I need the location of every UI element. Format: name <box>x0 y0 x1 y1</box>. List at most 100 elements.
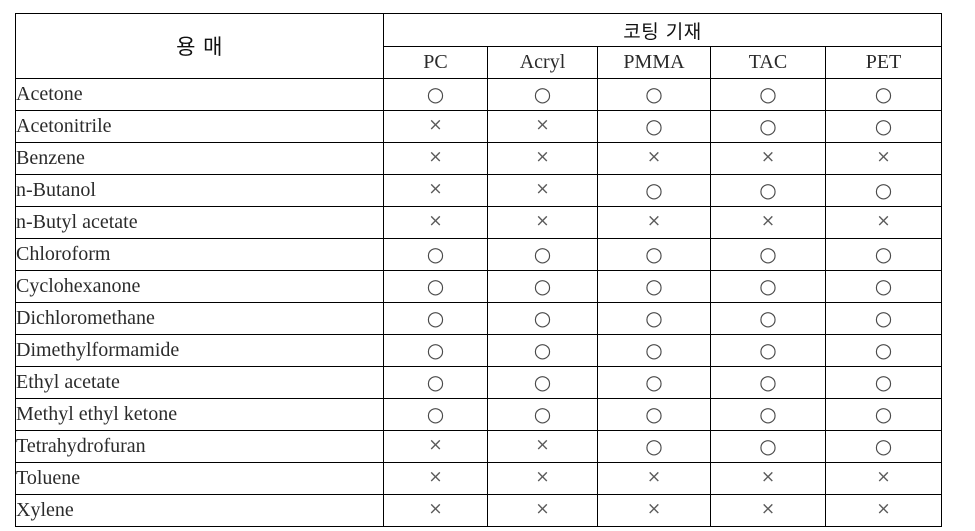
circle-mark-icon: ○ <box>426 305 445 330</box>
compatibility-cell: ○ <box>710 78 826 111</box>
compatibility-cell: × <box>487 174 598 207</box>
table-row: Xylene × × × × × <box>15 494 943 527</box>
compatibility-cell: ○ <box>487 398 598 431</box>
compatibility-cell: ○ <box>824 238 943 271</box>
solvent-name-cell: n-Butyl acetate <box>15 206 384 239</box>
circle-mark-icon: ○ <box>645 241 663 266</box>
circle-mark-icon: ○ <box>645 369 663 394</box>
solvent-name-cell: Acetonitrile <box>15 110 384 143</box>
circle-mark-icon: ○ <box>533 273 552 298</box>
solvent-compatibility-table: 용 매 코팅 기재 PC Acryl PMMA TAC PET Acetone ○… <box>15 13 943 527</box>
solvent-name-cell: Toluene <box>15 462 384 495</box>
column-header-solvent: 용 매 <box>15 13 384 79</box>
compatibility-cell: ○ <box>824 334 943 367</box>
compatibility-cell: ○ <box>597 174 711 207</box>
compatibility-cell: ○ <box>383 238 488 271</box>
compatibility-cell: ○ <box>597 366 711 399</box>
cross-mark-icon: × <box>760 466 776 487</box>
compatibility-cell: × <box>487 430 598 463</box>
compatibility-cell: × <box>710 206 826 239</box>
solvent-compatibility-table-container: 용 매 코팅 기재 PC Acryl PMMA TAC PET Acetone ○… <box>15 13 943 527</box>
table-header: 용 매 코팅 기재 PC Acryl PMMA TAC PET <box>15 13 943 79</box>
cross-mark-icon: × <box>428 434 443 455</box>
column-header-pmma: PMMA <box>597 46 711 79</box>
cross-mark-icon: × <box>428 114 443 135</box>
compatibility-cell: ○ <box>487 270 598 303</box>
compatibility-cell: ○ <box>710 270 826 303</box>
compatibility-cell: ○ <box>597 270 711 303</box>
cross-mark-icon: × <box>876 498 891 519</box>
compatibility-cell: × <box>597 206 711 239</box>
circle-mark-icon: ○ <box>759 337 777 362</box>
circle-mark-icon: ○ <box>759 273 777 298</box>
compatibility-cell: ○ <box>597 302 711 335</box>
compatibility-cell: ○ <box>487 302 598 335</box>
compatibility-cell: × <box>383 206 488 239</box>
circle-mark-icon: ○ <box>874 241 893 266</box>
cross-mark-icon: × <box>646 146 662 167</box>
compatibility-cell: ○ <box>383 302 488 335</box>
circle-mark-icon: ○ <box>874 177 893 202</box>
cross-mark-icon: × <box>876 210 891 231</box>
circle-mark-icon: ○ <box>645 305 663 330</box>
compatibility-cell: × <box>383 174 488 207</box>
cross-mark-icon: × <box>646 498 662 519</box>
cross-mark-icon: × <box>535 466 550 487</box>
solvent-name-cell: Chloroform <box>15 238 384 271</box>
solvent-name-cell: Xylene <box>15 494 384 527</box>
circle-mark-icon: ○ <box>759 81 777 106</box>
circle-mark-icon: ○ <box>874 273 893 298</box>
compatibility-cell: ○ <box>824 430 943 463</box>
solvent-name-cell: Dichloromethane <box>15 302 384 335</box>
circle-mark-icon: ○ <box>533 369 552 394</box>
compatibility-cell: ○ <box>710 110 826 143</box>
compatibility-cell: ○ <box>824 174 943 207</box>
compatibility-cell: × <box>487 142 598 175</box>
circle-mark-icon: ○ <box>759 369 777 394</box>
solvent-name-cell: Cyclohexanone <box>15 270 384 303</box>
solvent-name-cell: n-Butanol <box>15 174 384 207</box>
compatibility-cell: ○ <box>597 110 711 143</box>
compatibility-cell: × <box>383 430 488 463</box>
compatibility-cell: ○ <box>710 430 826 463</box>
compatibility-cell: ○ <box>487 334 598 367</box>
circle-mark-icon: ○ <box>874 81 893 106</box>
compatibility-cell: ○ <box>824 270 943 303</box>
circle-mark-icon: ○ <box>426 337 445 362</box>
cross-mark-icon: × <box>760 498 776 519</box>
circle-mark-icon: ○ <box>645 273 663 298</box>
compatibility-cell: × <box>710 462 826 495</box>
compatibility-cell: ○ <box>824 110 943 143</box>
compatibility-cell: × <box>824 494 943 527</box>
circle-mark-icon: ○ <box>874 433 893 458</box>
circle-mark-icon: ○ <box>645 113 663 138</box>
compatibility-cell: × <box>383 462 488 495</box>
compatibility-cell: ○ <box>710 302 826 335</box>
circle-mark-icon: ○ <box>874 369 893 394</box>
compatibility-cell: ○ <box>824 78 943 111</box>
compatibility-cell: × <box>487 110 598 143</box>
circle-mark-icon: ○ <box>759 113 777 138</box>
compatibility-cell: ○ <box>487 366 598 399</box>
compatibility-cell: × <box>383 494 488 527</box>
compatibility-cell: ○ <box>487 238 598 271</box>
cross-mark-icon: × <box>535 114 550 135</box>
compatibility-cell: × <box>824 142 943 175</box>
cross-mark-icon: × <box>535 434 550 455</box>
compatibility-cell: × <box>383 110 488 143</box>
compatibility-cell: ○ <box>710 174 826 207</box>
column-header-tac: TAC <box>710 46 826 79</box>
circle-mark-icon: ○ <box>426 273 445 298</box>
cross-mark-icon: × <box>646 466 662 487</box>
circle-mark-icon: ○ <box>645 337 663 362</box>
table-row: n-Butanol × × ○ ○ ○ <box>15 174 943 207</box>
column-header-pc: PC <box>383 46 488 79</box>
table-row: Cyclohexanone ○ ○ ○ ○ ○ <box>15 270 943 303</box>
compatibility-cell: × <box>597 494 711 527</box>
circle-mark-icon: ○ <box>874 113 893 138</box>
cross-mark-icon: × <box>428 178 443 199</box>
column-header-group-coating-substrate: 코팅 기재 <box>382 13 943 47</box>
compatibility-cell: ○ <box>487 78 598 111</box>
table-row: Chloroform ○ ○ ○ ○ ○ <box>15 238 943 271</box>
circle-mark-icon: ○ <box>533 401 552 426</box>
